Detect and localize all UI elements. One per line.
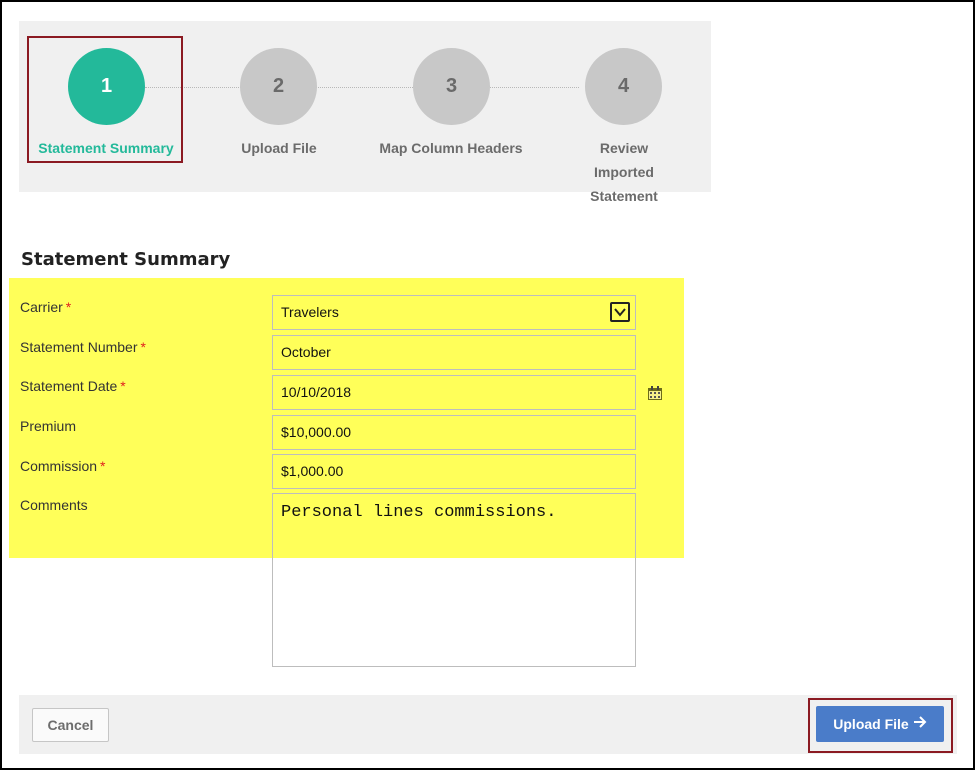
upload-file-button-label: Upload File — [833, 716, 909, 732]
step-label: Upload File — [241, 140, 317, 156]
commission-label: Commission * — [20, 458, 105, 474]
step-connector — [145, 87, 579, 88]
statement-number-input[interactable]: October — [272, 335, 636, 370]
wizard-steps: 1 Statement Summary 2 Upload File 3 Map … — [19, 21, 711, 204]
statement-date-label: Statement Date * — [20, 378, 126, 394]
comments-textarea[interactable]: Personal lines commissions. — [272, 493, 636, 667]
step-number-circle: 4 — [585, 48, 662, 125]
step-label: Map Column Headers — [379, 140, 523, 156]
premium-label-text: Premium — [20, 418, 77, 434]
step-label: Statement Summary — [38, 140, 174, 156]
comments-label-text: Comments — [20, 497, 88, 513]
statement-number-label-text: Statement Number — [20, 339, 138, 355]
step-label: Review Imported Statement — [590, 140, 658, 204]
comments-label: Comments — [20, 497, 88, 513]
required-mark: * — [100, 458, 106, 474]
statement-date-label-text: Statement Date — [20, 378, 118, 394]
required-mark: * — [140, 339, 146, 355]
step-number-circle: 1 — [68, 48, 145, 125]
premium-input[interactable]: $10,000.00 — [272, 415, 636, 450]
section-title: Statement Summary — [21, 249, 231, 270]
required-mark: * — [65, 299, 72, 315]
statement-date-input[interactable]: 10/10/2018 — [272, 375, 636, 410]
step-number-circle: 2 — [240, 48, 317, 125]
calendar-icon[interactable] — [647, 385, 663, 401]
commission-input[interactable]: $1,000.00 — [272, 454, 636, 489]
required-mark: * — [120, 378, 126, 394]
upload-file-button[interactable]: Upload File — [816, 706, 944, 742]
carrier-select[interactable]: Travelers — [272, 295, 636, 330]
statement-number-label: Statement Number * — [20, 339, 146, 355]
carrier-value: Travelers — [281, 304, 339, 320]
carrier-label-text: Carrier — [20, 299, 63, 315]
premium-label: Premium — [20, 418, 76, 434]
carrier-label: Carrier * — [20, 299, 71, 315]
cancel-button[interactable]: Cancel — [32, 708, 109, 742]
step-number-circle: 3 — [413, 48, 490, 125]
commission-label-text: Commission — [20, 458, 98, 474]
chevron-down-icon[interactable] — [610, 302, 630, 322]
arrow-right-icon — [913, 706, 927, 742]
